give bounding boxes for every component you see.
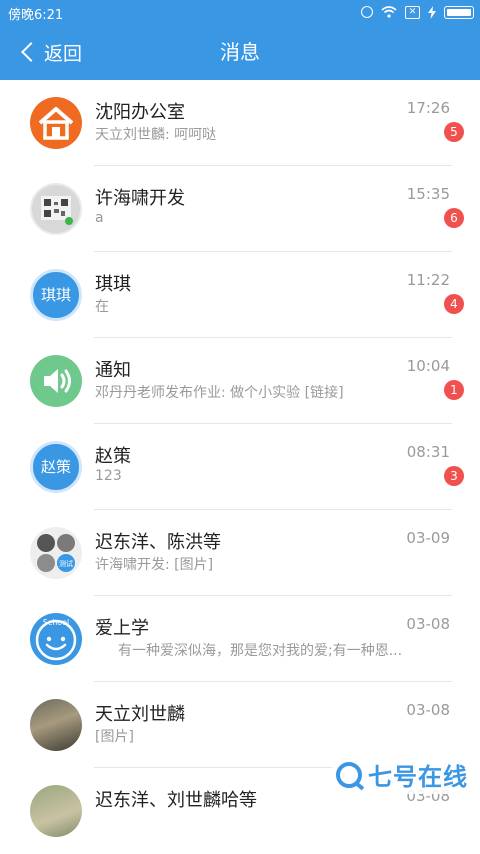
conversation-preview: 在: [95, 299, 109, 315]
conversation-preview: 许海啸开发: [图片]: [95, 557, 214, 573]
conversation-name: 沈阳办公室: [95, 102, 185, 123]
conversation-time: 11:22: [406, 271, 450, 289]
no-sim-icon: ✕: [405, 5, 420, 19]
conversation-name: 许海啸开发: [95, 188, 185, 209]
conversation-time: 03-09: [406, 529, 450, 547]
text-avatar: 琪琪: [30, 269, 82, 321]
back-button[interactable]: 返回: [18, 24, 82, 80]
chevron-left-icon: [21, 42, 41, 62]
conversation-preview: 邓丹丹老师发布作业: 做个小实验 [链接]: [95, 385, 344, 401]
photo-avatar: [30, 699, 82, 751]
unread-badge: 6: [444, 208, 464, 228]
alarm-icon: [361, 6, 373, 18]
conversation-time: 03-08: [406, 615, 450, 633]
unread-badge: 4: [444, 294, 464, 314]
group-avatar: 测试: [30, 527, 82, 579]
unread-badge: 5: [444, 122, 464, 142]
qr-code-avatar: [30, 183, 82, 235]
title-bar: 消息 返回: [0, 24, 480, 80]
conversation-row[interactable]: 测试 迟东洋、陈洪等 许海啸开发: [图片] 03-09: [0, 510, 480, 596]
conversation-time: 15:35: [406, 185, 450, 203]
school-smiley-icon: School: [30, 613, 82, 665]
school-label: School: [42, 618, 70, 627]
conversation-name: 迟东洋、刘世麟哈等: [95, 790, 257, 811]
conversation-name: 通知: [95, 360, 131, 381]
conversation-preview: 123: [95, 468, 122, 484]
conversation-name: 琪琪: [95, 274, 131, 295]
conversation-row[interactable]: 沈阳办公室 天立刘世麟: 呵呵哒 17:26 5: [0, 80, 480, 166]
battery-icon: [444, 5, 474, 19]
charging-icon: [428, 5, 436, 19]
unread-badge: 3: [444, 466, 464, 486]
conversation-row[interactable]: 琪琪 琪琪 在 11:22 4: [0, 252, 480, 338]
conversation-row[interactable]: 通知 邓丹丹老师发布作业: 做个小实验 [链接] 10:04 1: [0, 338, 480, 424]
photo-avatar: [30, 785, 82, 837]
conversation-preview: [图片]: [95, 729, 134, 745]
house-icon: [30, 97, 82, 149]
conversation-name: 赵策: [95, 446, 131, 467]
status-time: 傍晚6:21: [8, 8, 64, 23]
conversation-preview: 天立刘世麟: 呵呵哒: [95, 127, 217, 143]
message-list: 沈阳办公室 天立刘世麟: 呵呵哒 17:26 5 许海啸开发 a 15:35 6…: [0, 80, 480, 854]
conversation-row[interactable]: 赵策 赵策 123 08:31 3: [0, 424, 480, 510]
status-icons: ✕: [361, 3, 474, 21]
watermark-text: 七号在线: [368, 763, 468, 791]
back-label: 返回: [44, 42, 83, 65]
unread-badge: 1: [444, 380, 464, 400]
conversation-name: 爱上学: [95, 618, 149, 639]
conversation-row[interactable]: School 爱上学 有一种爱深似海，那是您对我的爱;有一种恩... 03-08: [0, 596, 480, 682]
group-avatar-tag: 测试: [59, 560, 73, 568]
conversation-row[interactable]: 许海啸开发 a 15:35 6: [0, 166, 480, 252]
conversation-time: 03-08: [406, 701, 450, 719]
watermark: 七号在线: [332, 755, 472, 794]
status-bar: 傍晚6:21 ✕: [0, 0, 480, 24]
conversation-time: 10:04: [406, 357, 450, 375]
conversation-preview: a: [95, 210, 104, 226]
wifi-icon: [381, 6, 397, 18]
text-avatar: 赵策: [30, 441, 82, 493]
conversation-time: 17:26: [406, 99, 450, 117]
watermark-logo-icon: [336, 761, 362, 788]
conversation-name: 天立刘世麟: [95, 704, 185, 725]
conversation-name: 迟东洋、陈洪等: [95, 532, 221, 553]
speaker-icon: [30, 355, 82, 407]
conversation-preview: 有一种爱深似海，那是您对我的爱;有一种恩...: [118, 643, 403, 659]
conversation-time: 08:31: [406, 443, 450, 461]
